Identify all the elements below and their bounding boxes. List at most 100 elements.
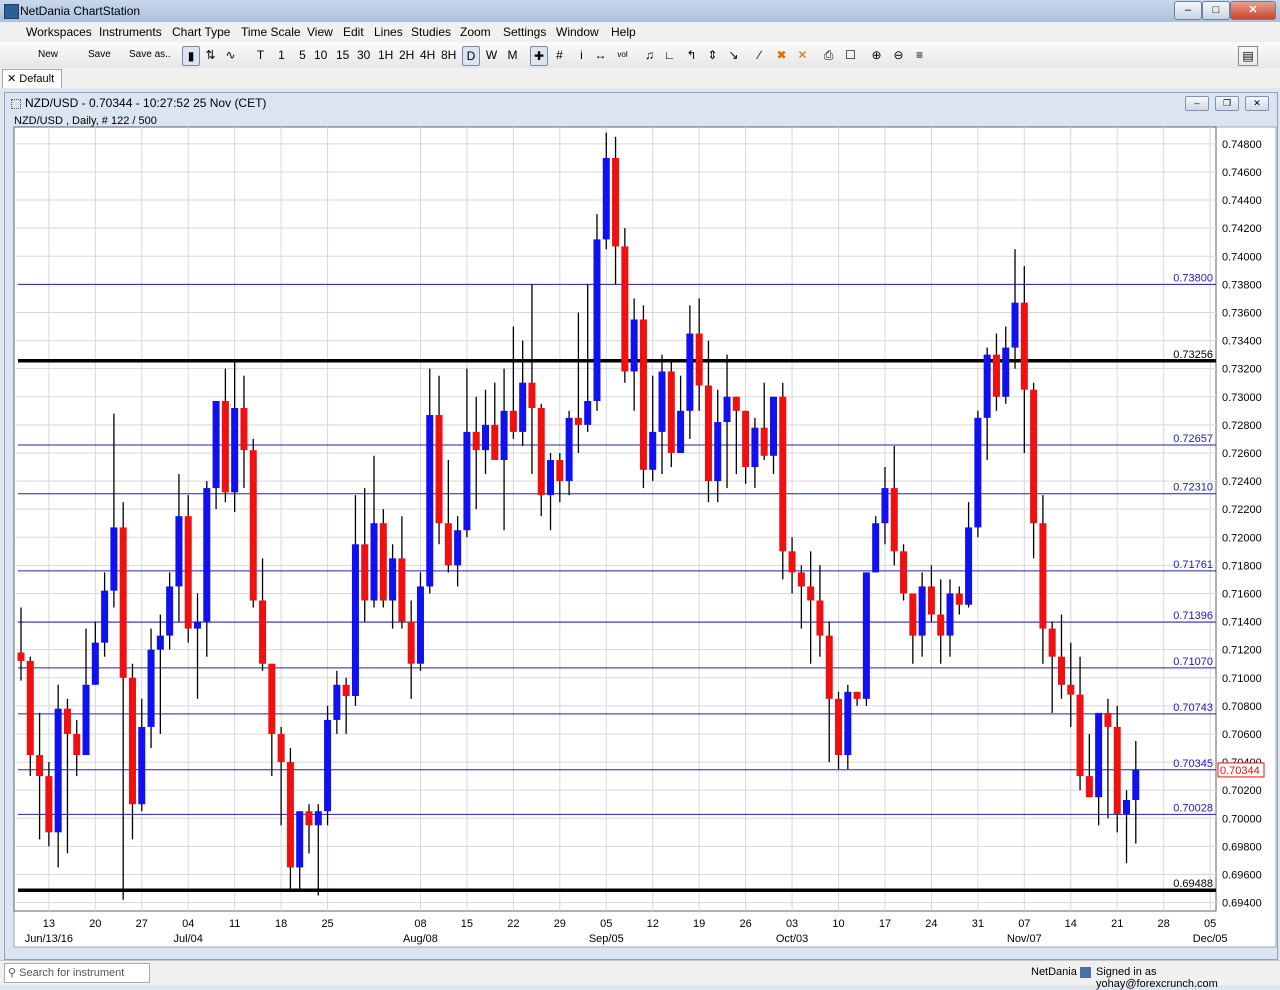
candle-body	[500, 410, 508, 460]
candle-body	[807, 586, 815, 601]
candle-body	[454, 530, 462, 566]
candle-body	[324, 719, 332, 812]
candle-body	[872, 523, 880, 573]
candle-body	[723, 396, 731, 423]
candle-body	[472, 431, 480, 451]
horizontal-line-label: 0.71396	[1173, 610, 1213, 622]
candle-body	[463, 431, 471, 531]
candle-body	[407, 621, 415, 664]
x-date-label: Dec/05	[1193, 933, 1228, 945]
candle-body	[853, 691, 861, 699]
candle-body	[389, 558, 397, 601]
candle-body	[714, 422, 722, 482]
candle-body	[1113, 726, 1121, 815]
y-tick-label: 0.72800	[1222, 420, 1262, 432]
y-tick-label: 0.71000	[1222, 673, 1262, 685]
horizontal-line-label: 0.69488	[1173, 878, 1213, 890]
x-tick-label: 05	[600, 918, 612, 930]
candle-body	[1057, 656, 1065, 685]
y-tick-label: 0.69800	[1222, 841, 1262, 853]
y-tick-label: 0.73000	[1222, 392, 1262, 404]
candle-body	[231, 408, 239, 493]
candle-body	[788, 551, 796, 573]
x-tick-label: 07	[1018, 918, 1030, 930]
y-tick-label: 0.72200	[1222, 504, 1262, 516]
candle-body	[268, 663, 276, 734]
candle-body	[1095, 712, 1103, 798]
candle-body	[212, 400, 220, 489]
price-chart[interactable]: NZD/USD , Daily, # 122 / 500 0.73800 0.73…	[0, 0, 1280, 984]
x-date-label: Nov/07	[1007, 933, 1042, 945]
candle-body	[36, 755, 44, 777]
candle-body	[751, 427, 759, 468]
y-tick-label: 0.74000	[1222, 251, 1262, 263]
x-tick-label: 28	[1158, 918, 1170, 930]
candle-body	[101, 590, 109, 643]
candle-body	[835, 698, 843, 756]
x-tick-label: 24	[925, 918, 937, 930]
candle-body	[965, 527, 973, 605]
candle-body	[779, 396, 787, 552]
candle-body	[946, 593, 954, 636]
candle-body	[983, 354, 991, 418]
candle-body	[482, 424, 489, 451]
candle-body	[909, 593, 917, 636]
candle-body	[26, 660, 34, 756]
y-tick-label: 0.71400	[1222, 617, 1262, 629]
candle-body	[1039, 523, 1047, 629]
candle-body	[119, 527, 127, 678]
candle-body	[686, 333, 694, 411]
candle-body	[379, 523, 387, 601]
x-tick-label: 10	[832, 918, 844, 930]
candle-body	[760, 427, 768, 456]
current-price-label: 0.70344	[1220, 765, 1260, 777]
x-tick-label: 31	[972, 918, 984, 930]
candle-body	[54, 708, 62, 833]
candle-body	[1076, 694, 1084, 777]
horizontal-line-label: 0.72310	[1173, 482, 1213, 494]
y-tick-label: 0.72400	[1222, 476, 1262, 488]
horizontal-line-label: 0.72657	[1173, 433, 1213, 445]
y-tick-label: 0.70800	[1222, 701, 1262, 713]
candle-body	[73, 733, 81, 756]
candle-body	[175, 516, 183, 587]
candle-body	[732, 396, 740, 411]
x-tick-label: 19	[693, 918, 705, 930]
candle-body	[742, 410, 750, 468]
candle-body	[797, 572, 805, 587]
candle-body	[221, 400, 229, 493]
candle-body	[621, 246, 629, 372]
instrument-search-input[interactable]: ⚲ Search for instrument	[4, 963, 150, 983]
candle-body	[565, 417, 573, 482]
candle-body	[574, 417, 582, 425]
candle-body	[370, 523, 378, 601]
candle-body	[658, 371, 666, 432]
candle-body	[342, 684, 350, 697]
x-tick-label: 14	[1065, 918, 1077, 930]
candle-body	[435, 415, 443, 524]
candle-body	[1123, 800, 1131, 815]
horizontal-line-label: 0.73256	[1173, 349, 1213, 361]
candle-body	[937, 614, 945, 636]
candle-body	[695, 333, 703, 386]
x-tick-label: 21	[1111, 918, 1123, 930]
candle-body	[927, 586, 935, 615]
search-placeholder: Search for instrument	[19, 967, 125, 979]
candle-body	[128, 677, 136, 805]
x-tick-label: 13	[43, 918, 55, 930]
horizontal-line-label: 0.71761	[1173, 559, 1213, 571]
y-tick-label: 0.70000	[1222, 813, 1262, 825]
candle-body	[156, 635, 164, 650]
y-tick-label: 0.73400	[1222, 336, 1262, 348]
candle-body	[1002, 347, 1010, 397]
candle-body	[194, 621, 202, 629]
y-tick-label: 0.72600	[1222, 448, 1262, 460]
candle-body	[639, 319, 647, 470]
candle-body	[584, 400, 592, 425]
candle-body	[314, 811, 322, 826]
x-tick-label: 03	[786, 918, 798, 930]
x-tick-label: 27	[136, 918, 148, 930]
x-date-label: Jun/13/16	[25, 933, 73, 945]
y-tick-label: 0.69400	[1222, 898, 1262, 910]
candle-body	[166, 586, 174, 636]
